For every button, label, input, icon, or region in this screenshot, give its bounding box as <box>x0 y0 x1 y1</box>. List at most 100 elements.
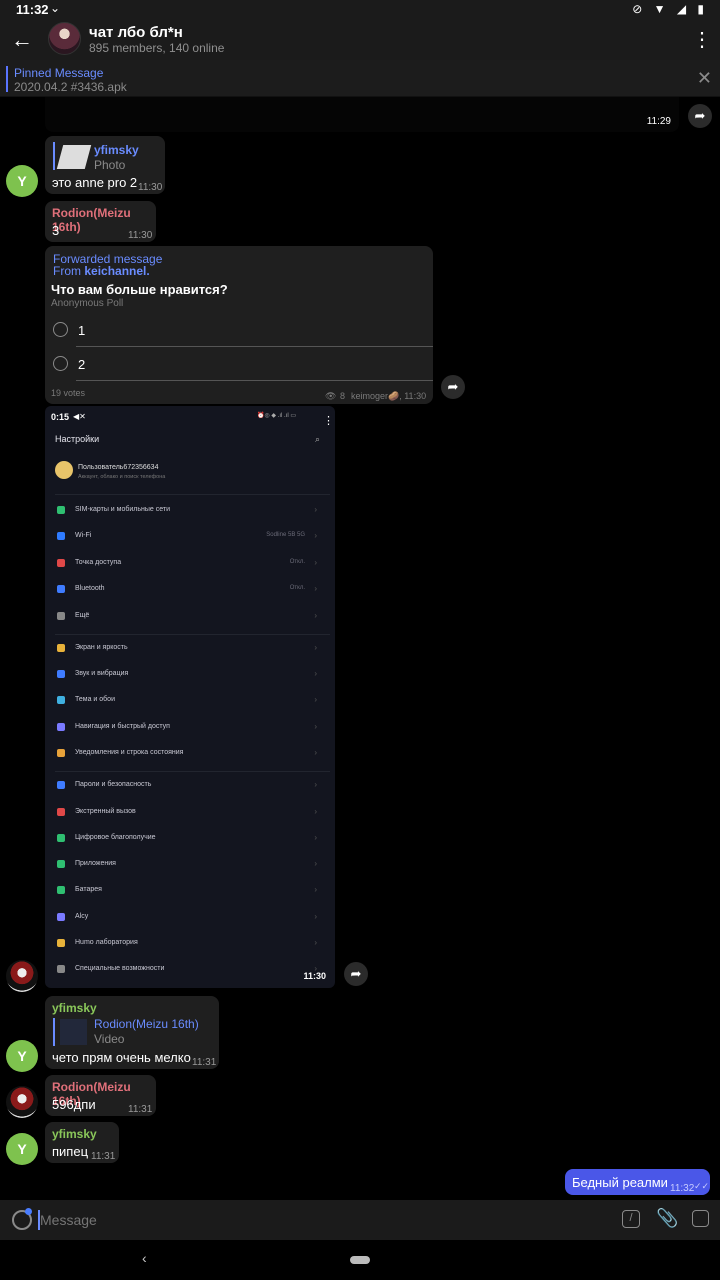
settings-row-label: Уведомления и строка состояния <box>75 749 184 756</box>
settings-row-icon <box>57 585 65 593</box>
divider <box>55 494 330 495</box>
chevron-down-icon: ⌄ <box>50 1 61 15</box>
poll-message[interactable]: Forwarded message From keichannel. Что в… <box>45 246 433 404</box>
settings-row-label: Приложения <box>75 860 116 867</box>
settings-row-label: Цифровое благополучие <box>75 834 156 841</box>
poll-option[interactable]: 2 <box>78 357 85 372</box>
poll-radio[interactable] <box>53 356 68 371</box>
pinned-accent-bar <box>6 66 8 92</box>
reply-type: Photo <box>94 158 126 172</box>
share-icon[interactable]: ➦ <box>344 962 368 986</box>
settings-row-label: Пароли и безопасность <box>75 781 152 788</box>
settings-row: Экстренный вызов › <box>57 806 327 824</box>
settings-row-icon <box>57 965 65 973</box>
outgoing-message-bubble[interactable]: Бедный реалми 11:32 ✓✓ <box>565 1169 710 1195</box>
account-name: Пользователь672356634 <box>78 464 159 471</box>
system-nav-bar: ‹ <box>0 1240 720 1280</box>
more-vertical-icon[interactable]: ⋮ <box>323 414 334 427</box>
poll-radio[interactable] <box>53 322 68 337</box>
pinned-message-bar[interactable]: Pinned Message 2020.04.2 #3436.apk ✕ <box>0 60 720 97</box>
settings-row-label: Тема и обои <box>75 696 115 703</box>
message-input[interactable] <box>40 1208 540 1232</box>
message-bubble[interactable]: yfimsky Photo это anne pro 2 11:30 <box>45 136 165 194</box>
reply-thumbnail <box>56 145 92 169</box>
message-time: 11:31 <box>91 1151 116 1162</box>
sender-name: yfimsky <box>52 1127 97 1141</box>
reply-thumbnail <box>60 1019 87 1045</box>
avatar[interactable] <box>6 960 38 992</box>
account-avatar <box>55 461 73 479</box>
message-bubble[interactable]: Rodion(Meizu 16th) 596дпи 11:31 <box>45 1075 156 1116</box>
poll-kind: Anonymous Poll <box>51 298 124 309</box>
message-text: 3 <box>52 223 60 238</box>
nav-back-icon[interactable]: ‹ <box>142 1250 147 1266</box>
more-vertical-icon[interactable]: ⋮ <box>690 26 714 54</box>
settings-row-label: Alcy <box>75 913 89 920</box>
message-time: 11:32 <box>670 1183 695 1194</box>
message-time: 11:29 <box>646 116 671 127</box>
share-icon[interactable]: ➦ <box>688 104 712 128</box>
forwarded-from[interactable]: From keichannel. <box>53 264 150 278</box>
chevron-right-icon: › <box>314 558 317 567</box>
settings-row-icon <box>57 559 65 567</box>
camera-icon[interactable] <box>692 1210 709 1227</box>
chevron-right-icon: › <box>314 584 317 593</box>
settings-row-value: Откл. <box>289 585 305 591</box>
settings-row-icon <box>57 644 65 652</box>
settings-row-icon <box>57 781 65 789</box>
avatar[interactable] <box>6 1086 38 1118</box>
settings-row-label: SIM-карты и мобильные сети <box>75 506 171 513</box>
message-bubble[interactable]: yfimsky пипец 11:31 <box>45 1122 119 1163</box>
settings-row-label: Ещё <box>75 612 90 619</box>
close-icon[interactable]: ✕ <box>697 68 712 89</box>
settings-row: Wi-Fi Sodline 5B 5G › <box>57 530 327 548</box>
back-arrow-icon[interactable]: ← <box>8 26 36 54</box>
divider <box>55 634 330 635</box>
bot-command-icon[interactable]: / <box>622 1210 640 1228</box>
settings-row: Humo лаборатория › <box>57 937 327 955</box>
avatar[interactable]: Y <box>6 165 38 197</box>
avatar[interactable]: Y <box>6 1133 38 1165</box>
settings-row-label: Humo лаборатория <box>75 939 138 946</box>
group-avatar[interactable] <box>48 22 81 55</box>
settings-row: Цифровое благополучие › <box>57 832 327 850</box>
message-bubble[interactable]: Rodion(Meizu 16th) 3 11:30 <box>45 201 156 242</box>
settings-row: Точка доступа Откл. › <box>57 557 327 575</box>
search-icon: ⌕ <box>315 434 321 444</box>
share-icon[interactable]: ➦ <box>441 375 465 399</box>
settings-row-icon <box>57 860 65 868</box>
chat-title[interactable]: чат лбо бл*н <box>89 24 183 41</box>
message-bubble[interactable]: yfimsky Rodion(Meizu 16th) Video чето пр… <box>45 996 219 1069</box>
message-text: чето прям очень мелко <box>52 1050 191 1065</box>
home-pill[interactable] <box>350 1256 370 1264</box>
settings-row-value: Откл. <box>289 559 305 565</box>
message-time: 11:30 <box>303 971 326 981</box>
settings-row-label: Экстренный вызов <box>75 808 136 815</box>
message-text: Бедный реалми <box>572 1175 668 1190</box>
video-message[interactable]: 11:29 <box>45 97 679 132</box>
chevron-right-icon: › <box>314 531 317 540</box>
settings-row: Пароли и безопасность › <box>57 779 327 797</box>
attach-icon[interactable]: 📎 <box>656 1208 678 1229</box>
status-bar: 11:32 ⌄ ⊘ ▼ ◢ ▮ <box>0 0 720 20</box>
poll-votes: 19 votes <box>51 388 86 398</box>
poll-option[interactable]: 1 <box>78 323 85 338</box>
settings-row: Тема и обои › <box>57 694 327 712</box>
settings-row-icon <box>57 939 65 947</box>
settings-row-icon <box>57 834 65 842</box>
settings-row: SIM-карты и мобильные сети › <box>57 504 327 522</box>
message-time: 11:30 <box>138 182 163 193</box>
settings-row-label: Wi-Fi <box>75 532 92 539</box>
status-icons: ⊘ ▼ ◢ ▮ <box>632 2 708 16</box>
avatar[interactable]: Y <box>6 1040 38 1072</box>
reply-name: Rodion(Meizu 16th) <box>94 1017 199 1031</box>
poll-divider <box>76 380 433 381</box>
settings-row-value: Sodline 5B 5G <box>266 532 305 538</box>
account-sub: Аккаунт, облако и поиск телефона <box>78 474 166 480</box>
reply-type: Video <box>94 1032 125 1046</box>
settings-row-icon <box>57 696 65 704</box>
chevron-right-icon: › <box>314 695 317 704</box>
reply-bar <box>53 142 55 170</box>
settings-row-label: Звук и вибрация <box>75 670 129 677</box>
image-message[interactable]: 0:15 ◀✕ ⏰◎ ◆ .ıl .ıl ▭ ⋮ Настройки ⌕ Пол… <box>45 406 335 988</box>
